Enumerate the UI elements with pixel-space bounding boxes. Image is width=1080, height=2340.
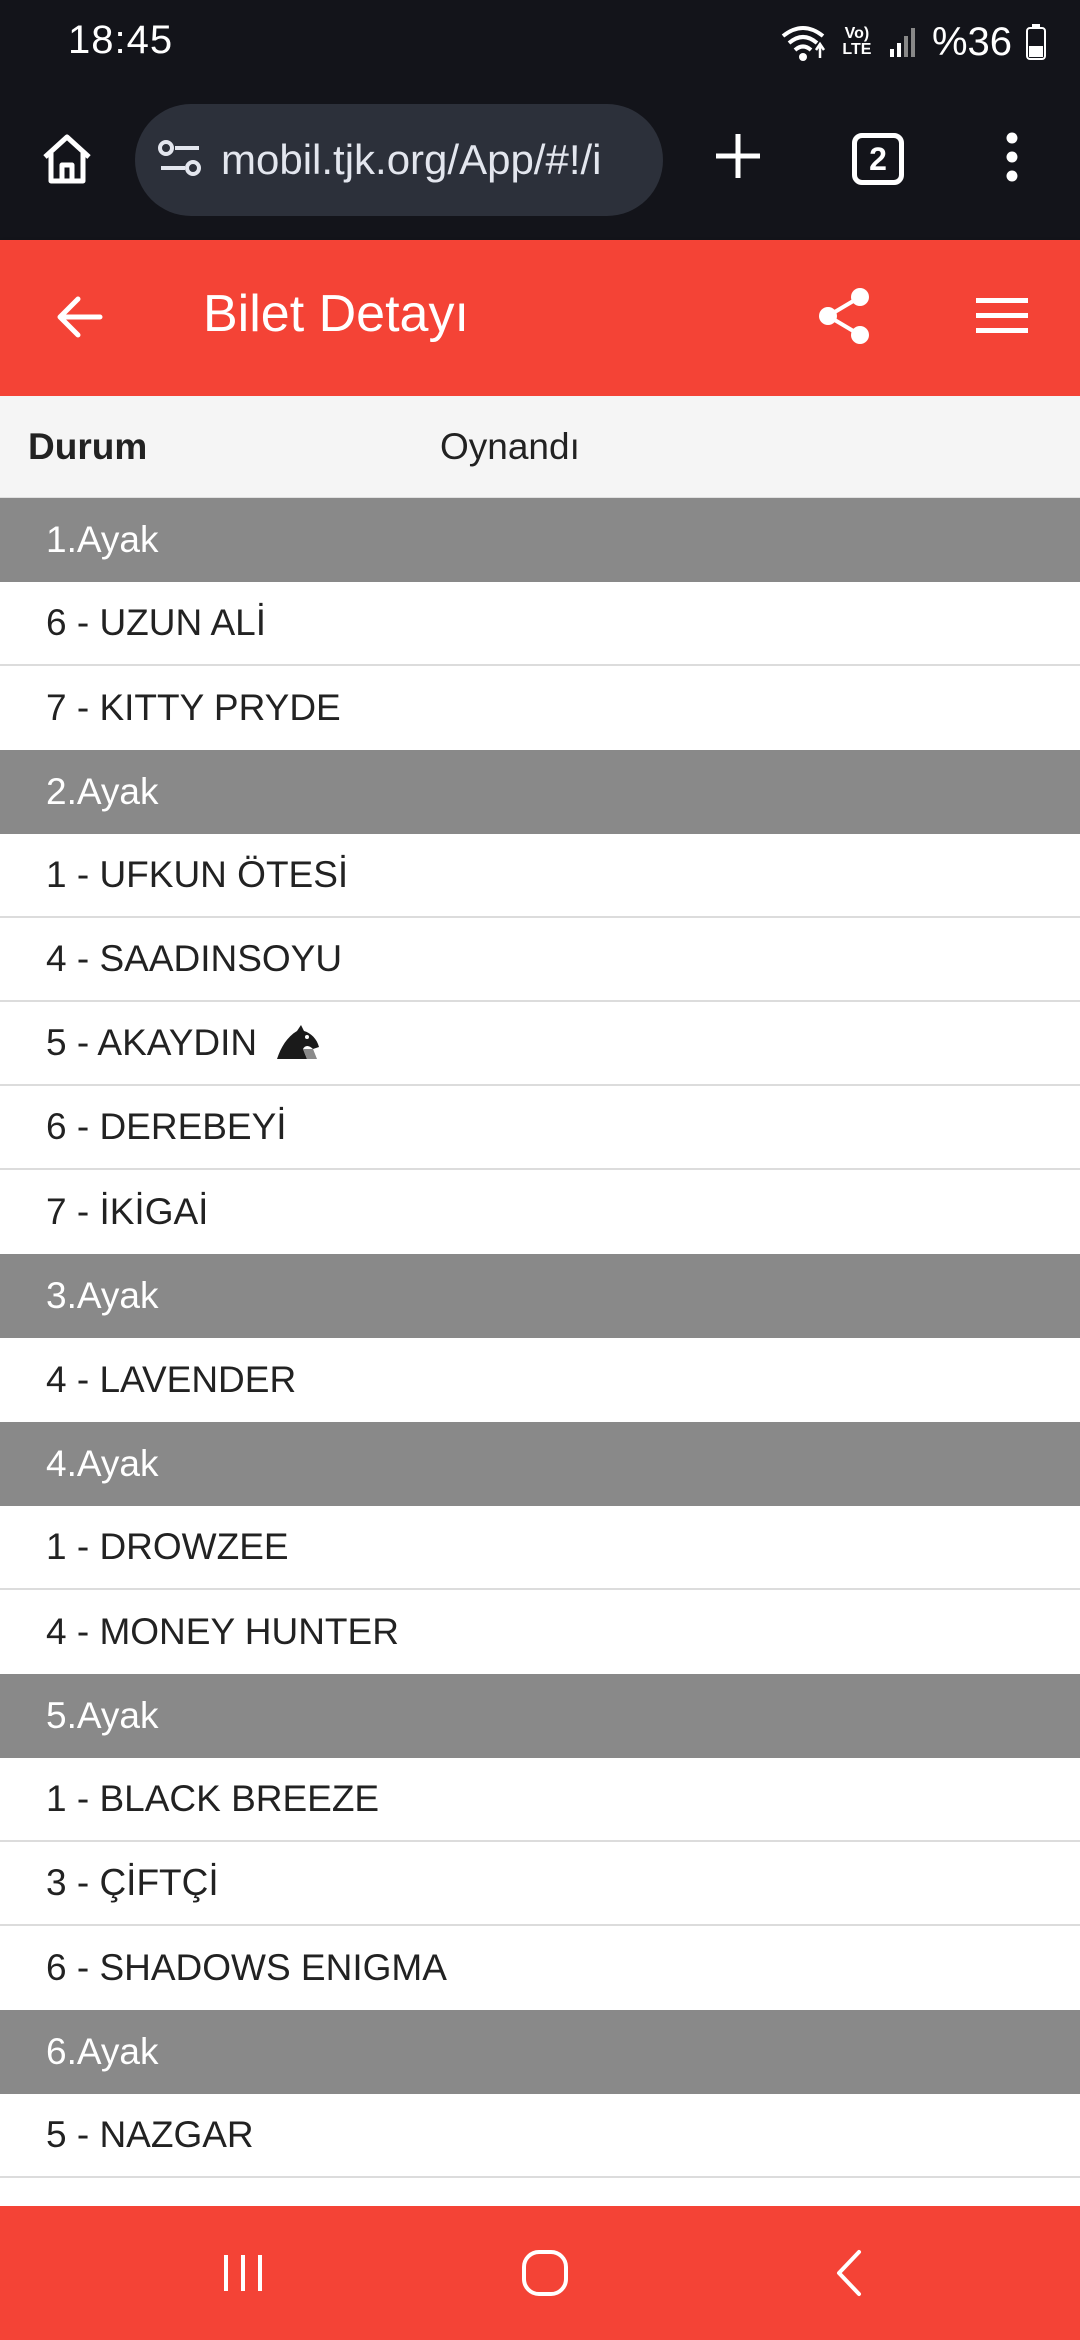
home-icon — [39, 131, 95, 192]
list-item: 7 - İKİGAİ — [0, 1170, 1080, 1254]
leg-header: 6.Ayak — [0, 2010, 1080, 2094]
list-item: 4 - LAVENDER — [0, 1338, 1080, 1422]
site-settings-icon[interactable] — [157, 138, 203, 183]
list-item: 5 - AKAYDIN — [0, 1002, 1080, 1086]
menu-button[interactable] — [972, 290, 1032, 346]
url-text[interactable]: mobil.tjk.org/App/#!/i — [221, 136, 602, 184]
battery-icon — [1026, 24, 1046, 60]
list-item: 7 - KITTY PRYDE — [0, 666, 1080, 750]
recent-apps-button[interactable] — [208, 2240, 278, 2310]
ticket-detail[interactable]: Durum Oynandı 1.Ayak 6 - UZUN ALİ 7 - KI… — [0, 396, 1080, 2206]
horse-name: 4 - MONEY HUNTER — [46, 1611, 399, 1652]
browser-home-button[interactable] — [34, 128, 100, 194]
back-chevron-icon — [829, 2248, 869, 2303]
horse-head-icon — [273, 1023, 323, 1063]
list-item: 1 - DROWZEE — [0, 1506, 1080, 1590]
horse-name: 5 - AKAYDIN — [46, 1022, 258, 1063]
plus-icon — [712, 130, 764, 187]
volte-icon: Vo) LTE — [842, 25, 872, 58]
home-circle-icon — [520, 2248, 570, 2303]
share-icon — [816, 287, 872, 350]
list-item: 5 - NAZGAR — [0, 2094, 1080, 2178]
share-button[interactable] — [814, 287, 874, 350]
tabs-button[interactable]: 2 — [852, 133, 904, 185]
app-header: Bilet Detayı — [0, 240, 1080, 396]
system-nav-bar — [0, 2206, 1080, 2340]
list-item: 6 - SHADOWS ENIGMA — [0, 1926, 1080, 2010]
status-time: 18:45 — [68, 18, 174, 62]
horse-name: 4 - SAADINSOYU — [46, 938, 343, 979]
status-bar: 18:45 Vo) LTE %36 — [0, 0, 1080, 88]
signal-icon — [888, 25, 918, 59]
more-vert-icon — [1005, 132, 1019, 187]
recent-apps-icon — [218, 2251, 268, 2300]
status-label: Durum — [28, 425, 148, 467]
horse-name: 5 - NAZGAR — [46, 2114, 254, 2155]
horse-name: 3 - ÇİFTÇİ — [46, 1862, 219, 1903]
horse-name: 1 - UFKUN ÖTESİ — [46, 854, 349, 895]
horse-name: 6 - UZUN ALİ — [46, 602, 266, 643]
horse-name: 4 - LAVENDER — [46, 1359, 297, 1400]
list-item: 3 - ÇİFTÇİ — [0, 1842, 1080, 1926]
horse-name: 1 - BLACK BREEZE — [46, 1778, 380, 1819]
browser-menu-button[interactable] — [990, 126, 1034, 192]
status-value: Oynandı — [440, 425, 580, 467]
new-tab-button[interactable] — [706, 126, 770, 190]
horse-name: 1 - DROWZEE — [46, 1526, 289, 1567]
battery-percent: %36 — [931, 19, 1012, 64]
list-item: 4 - MONEY HUNTER — [0, 1590, 1080, 1674]
leg-header: 5.Ayak — [0, 1674, 1080, 1758]
leg-header: 3.Ayak — [0, 1254, 1080, 1338]
browser-toolbar: mobil.tjk.org/App/#!/i 2 — [0, 88, 1080, 328]
horse-name: 6 - DEREBEYİ — [46, 1106, 287, 1147]
home-nav-button[interactable] — [510, 2240, 580, 2310]
leg-header: 1.Ayak — [0, 498, 1080, 582]
page-title: Bilet Detayı — [203, 285, 469, 343]
leg-header: 2.Ayak — [0, 750, 1080, 834]
back-nav-button[interactable] — [814, 2240, 884, 2310]
status-icons: Vo) LTE %36 — [780, 14, 1046, 70]
arrow-back-icon — [54, 295, 104, 344]
horse-name: 7 - İKİGAİ — [46, 1191, 209, 1232]
url-bar[interactable]: mobil.tjk.org/App/#!/i — [135, 104, 663, 216]
leg-header: 4.Ayak — [0, 1422, 1080, 1506]
horse-name: 7 - KITTY PRYDE — [46, 687, 341, 728]
wifi-icon — [780, 22, 826, 62]
back-button[interactable] — [48, 288, 110, 350]
list-item: 1 - UFKUN ÖTESİ — [0, 834, 1080, 918]
hamburger-menu-icon — [976, 296, 1028, 341]
list-item: 6 - UZUN ALİ — [0, 582, 1080, 666]
list-item: 6 - DEREBEYİ — [0, 1086, 1080, 1170]
list-item: 4 - SAADINSOYU — [0, 918, 1080, 1002]
horse-name: 6 - SHADOWS ENIGMA — [46, 1947, 447, 1988]
list-item: 1 - BLACK BREEZE — [0, 1758, 1080, 1842]
status-row: Durum Oynandı — [0, 396, 1080, 498]
